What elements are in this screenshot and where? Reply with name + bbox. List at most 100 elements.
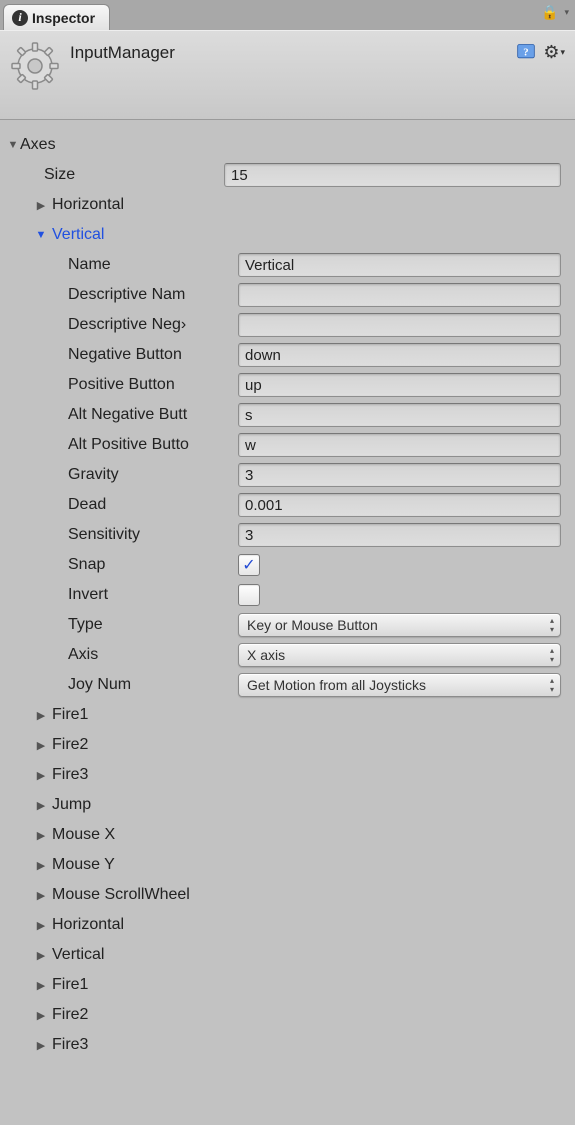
axis-item-label: Mouse Y xyxy=(52,856,115,874)
axis-item-label: Horizontal xyxy=(52,196,124,214)
field-alt-positive-button: Alt Positive Butto w xyxy=(6,430,569,460)
axes-label: Axes xyxy=(20,136,56,154)
foldout-triangle-icon: ▶ xyxy=(34,769,48,782)
name-input[interactable]: Vertical xyxy=(238,253,561,277)
settings-gear-icon[interactable]: ⚙▾ xyxy=(543,42,565,63)
field-axis: Axis X axis▴▾ xyxy=(6,640,569,670)
field-descriptive-name: Descriptive Nam xyxy=(6,280,569,310)
axis-item-label: Fire3 xyxy=(52,1036,88,1054)
axis-item-label: Fire2 xyxy=(52,1006,88,1024)
foldout-triangle-icon: ▶ xyxy=(34,889,48,902)
axis-item[interactable]: ▶ Mouse Y xyxy=(6,850,569,880)
foldout-triangle-icon: ▶ xyxy=(34,199,48,212)
axis-item[interactable]: ▶ Fire2 xyxy=(6,730,569,760)
axis-item-label: Mouse X xyxy=(52,826,115,844)
tab-controls: 🔒 ▾ xyxy=(541,4,569,21)
axis-item-label: Fire3 xyxy=(52,766,88,784)
field-name: Name Vertical xyxy=(6,250,569,280)
field-snap: Snap ✓ xyxy=(6,550,569,580)
field-label: Dead xyxy=(68,496,238,514)
axis-item-label: Vertical xyxy=(52,946,104,964)
field-label: Snap xyxy=(68,556,238,574)
neg-button-input[interactable]: down xyxy=(238,343,561,367)
sensitivity-input[interactable]: 3 xyxy=(238,523,561,547)
axis-item-label: Fire2 xyxy=(52,736,88,754)
field-negative-button: Negative Button down xyxy=(6,340,569,370)
axis-item[interactable]: ▶ Mouse X xyxy=(6,820,569,850)
size-row: Size 15 xyxy=(6,160,569,190)
axis-item-vertical-expanded[interactable]: ▼ Vertical xyxy=(6,220,569,250)
joynum-select[interactable]: Get Motion from all Joysticks▴▾ xyxy=(238,673,561,697)
axis-item[interactable]: ▶ Jump xyxy=(6,790,569,820)
size-input[interactable]: 15 xyxy=(224,163,561,187)
tab-bar: i Inspector 🔒 ▾ xyxy=(0,0,575,30)
axis-item-label: Jump xyxy=(52,796,91,814)
axes-foldout[interactable]: ▼ Axes xyxy=(6,130,569,160)
alt-pos-input[interactable]: w xyxy=(238,433,561,457)
asset-gear-icon xyxy=(10,41,60,91)
field-label: Alt Negative Butt xyxy=(68,406,238,424)
alt-neg-input[interactable]: s xyxy=(238,403,561,427)
field-label: Sensitivity xyxy=(68,526,238,544)
foldout-triangle-icon: ▼ xyxy=(6,139,20,151)
field-sensitivity: Sensitivity 3 xyxy=(6,520,569,550)
foldout-triangle-icon: ▶ xyxy=(34,1009,48,1022)
axis-item-label: Fire1 xyxy=(52,706,88,724)
field-descriptive-negative: Descriptive Neg› xyxy=(6,310,569,340)
foldout-triangle-icon: ▶ xyxy=(34,859,48,872)
foldout-triangle-icon: ▶ xyxy=(34,709,48,722)
tab-title: Inspector xyxy=(32,10,95,26)
svg-text:?: ? xyxy=(524,46,529,58)
gravity-input[interactable]: 3 xyxy=(238,463,561,487)
foldout-triangle-icon: ▶ xyxy=(34,979,48,992)
foldout-triangle-icon: ▶ xyxy=(34,739,48,752)
field-positive-button: Positive Button up xyxy=(6,370,569,400)
pos-button-input[interactable]: up xyxy=(238,373,561,397)
axis-item-label: Vertical xyxy=(52,226,104,244)
axis-item[interactable]: ▶ Mouse ScrollWheel xyxy=(6,880,569,910)
field-type: Type Key or Mouse Button▴▾ xyxy=(6,610,569,640)
desc-neg-input[interactable] xyxy=(238,313,561,337)
asset-header: InputManager ? ⚙▾ xyxy=(0,30,575,120)
axis-item[interactable]: ▶ Fire3 xyxy=(6,760,569,790)
field-dead: Dead 0.001 xyxy=(6,490,569,520)
field-label: Descriptive Neg› xyxy=(68,316,238,334)
axis-item[interactable]: ▶Fire1 xyxy=(6,970,569,1000)
field-label: Invert xyxy=(68,586,238,604)
tab-inspector[interactable]: i Inspector xyxy=(3,4,110,30)
inspector-content: ▼ Axes Size 15 ▶ Horizontal ▼ Vertical Na… xyxy=(0,120,575,1080)
axis-item-label: Horizontal xyxy=(52,916,124,934)
foldout-triangle-icon: ▶ xyxy=(34,949,48,962)
field-invert: Invert xyxy=(6,580,569,610)
foldout-triangle-icon: ▼ xyxy=(34,229,48,241)
desc-name-input[interactable] xyxy=(238,283,561,307)
field-label: Alt Positive Butto xyxy=(68,436,238,454)
foldout-triangle-icon: ▶ xyxy=(34,919,48,932)
foldout-triangle-icon: ▶ xyxy=(34,829,48,842)
tab-menu-icon[interactable]: ▾ xyxy=(564,7,569,18)
axis-select[interactable]: X axis▴▾ xyxy=(238,643,561,667)
info-icon: i xyxy=(12,10,28,26)
help-icon[interactable]: ? xyxy=(515,41,537,63)
snap-checkbox[interactable]: ✓ xyxy=(238,554,260,576)
axis-item[interactable]: ▶ Vertical xyxy=(6,940,569,970)
field-gravity: Gravity 3 xyxy=(6,460,569,490)
foldout-triangle-icon: ▶ xyxy=(34,799,48,812)
field-label: Type xyxy=(68,616,238,634)
axis-item[interactable]: ▶ Horizontal xyxy=(6,910,569,940)
field-label: Joy Num xyxy=(68,676,238,694)
asset-title: InputManager xyxy=(70,41,175,63)
type-select[interactable]: Key or Mouse Button▴▾ xyxy=(238,613,561,637)
axis-item[interactable]: ▶ Fire2 xyxy=(6,1000,569,1030)
lock-icon[interactable]: 🔒 xyxy=(541,4,558,21)
dead-input[interactable]: 0.001 xyxy=(238,493,561,517)
axis-item[interactable]: ▶Fire3 xyxy=(6,1030,569,1060)
field-label: Descriptive Nam xyxy=(68,286,238,304)
size-label: Size xyxy=(44,166,224,184)
field-label: Negative Button xyxy=(68,346,238,364)
axis-item[interactable]: ▶ Horizontal xyxy=(6,190,569,220)
axis-item-label: Mouse ScrollWheel xyxy=(52,886,190,904)
axis-item[interactable]: ▶ Fire1 xyxy=(6,700,569,730)
invert-checkbox[interactable] xyxy=(238,584,260,606)
field-alt-negative-button: Alt Negative Butt s xyxy=(6,400,569,430)
